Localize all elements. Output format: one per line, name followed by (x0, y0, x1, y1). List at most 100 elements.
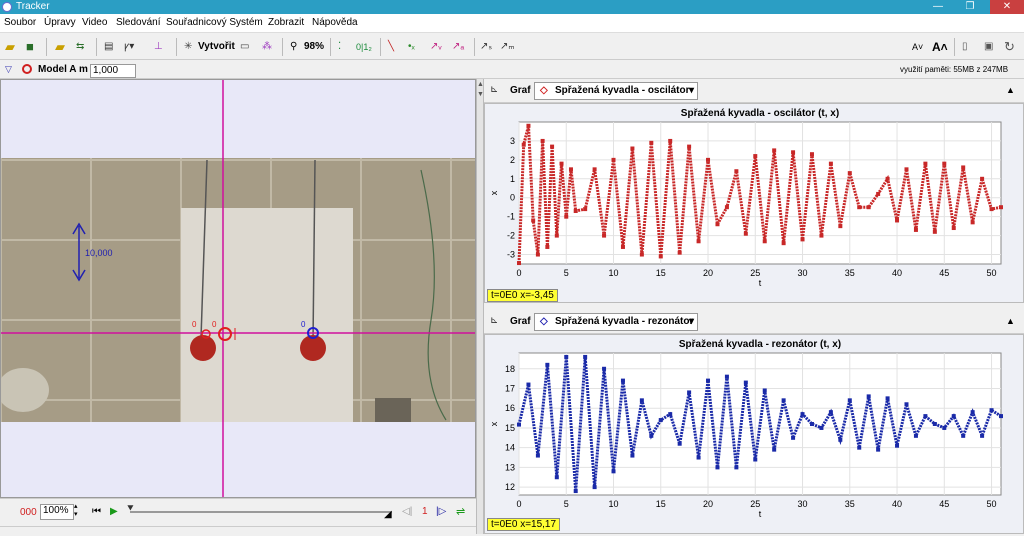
maximize-plot-icon[interactable]: ▲ (1006, 316, 1015, 326)
data-point (800, 412, 805, 417)
x-tick-label: 0 (516, 499, 521, 509)
playback-slider[interactable] (130, 511, 392, 513)
dropdown-arrow-icon[interactable]: ▾ (689, 83, 694, 99)
menu-soubor[interactable]: Soubor (4, 17, 36, 28)
slider-thumb-icon[interactable]: ⯆ (126, 503, 135, 516)
model-name[interactable]: Model A (38, 64, 77, 75)
data-point (980, 433, 985, 438)
notes-icon[interactable]: ▯ (962, 39, 968, 55)
track-selector-resonator[interactable]: ◇ Spřažená kyvadla - rezonátor ▾ (534, 313, 698, 331)
data-point (540, 138, 545, 143)
font-larger-icon[interactable]: A˄ (932, 39, 948, 55)
x-tick-label: 15 (656, 268, 666, 278)
graph-label[interactable]: Graf (510, 85, 531, 96)
data-point (772, 447, 777, 452)
minimize-button[interactable]: — (924, 0, 952, 14)
zoom-level[interactable]: 98% (304, 39, 324, 55)
y-tick-label: 2 (510, 155, 515, 165)
position-icon[interactable]: •ₓ (408, 39, 415, 55)
data-point (838, 224, 843, 229)
menu-video[interactable]: Video (82, 17, 107, 28)
play-icon[interactable]: ▶ (110, 506, 118, 517)
reset-icon[interactable]: ⏮ (92, 506, 101, 517)
step-size[interactable]: 1 (422, 506, 428, 517)
zoom-spinner-icon[interactable]: ▴ ▾ (74, 503, 78, 519)
x-tick-label: 10 (609, 268, 619, 278)
data-point (828, 410, 833, 415)
collapse-down-icon[interactable]: ▼ (477, 91, 484, 98)
video-frame (1, 80, 475, 497)
font-smaller-icon[interactable]: A˅ (912, 39, 923, 55)
end-marker-icon[interactable]: ◢ (384, 509, 392, 520)
menu-napoveda[interactable]: Nápověda (312, 17, 358, 28)
reference-frame-icon[interactable]: ꝩ▾ (124, 39, 134, 55)
track-menu-icon[interactable]: ▽ (5, 64, 12, 75)
step-back-icon[interactable]: ◁| (402, 506, 412, 517)
plot-area-resonator[interactable]: Spřažená kyvadla - rezonátor (t, x) 0 5 10 1… (484, 334, 1024, 534)
graph-label[interactable]: Graf (510, 316, 531, 327)
vector-m-icon[interactable]: ↗ₘ (500, 39, 515, 55)
create-button[interactable]: Vytvořit (198, 39, 235, 55)
menu-zobrazit[interactable]: Zobrazit (268, 17, 304, 28)
point-labels-icon[interactable]: 0|1₂ (356, 39, 372, 55)
clip-settings-icon[interactable]: ▤ (104, 39, 113, 55)
data-point (913, 227, 918, 232)
trail-icon[interactable]: ⁚ (338, 39, 341, 55)
calibration-stick-label[interactable]: 10,000 (85, 248, 113, 258)
frame-counter[interactable]: 000 (20, 507, 37, 518)
plot-panel-oscillator: ⊾ Graf ◇ Spřažená kyvadla - oscilátor ▾ … (484, 79, 1024, 303)
zoom-field[interactable]: 100% (40, 504, 74, 520)
step-forward-icon[interactable]: |▷ (436, 506, 446, 517)
collapse-up-icon[interactable]: ▲ (477, 81, 484, 88)
mass-field[interactable]: 1,000 (90, 64, 136, 78)
data-point (602, 366, 607, 371)
main-toolbar: ▰ ■ ▰ ⇆ ▤ ꝩ▾ ⊥ ✳ Vytvořit ▭ ⁂ ⚲ 98% ⁚ 0|… (0, 34, 1024, 60)
chart-resonator[interactable]: Spřažená kyvadla - rezonátor (t, x) 0 5 10 1… (485, 335, 1023, 533)
track-selector-oscillator[interactable]: ◇ Spřažená kyvadla - oscilátor ▾ (534, 82, 698, 100)
data-point (838, 437, 843, 442)
data-point (545, 244, 550, 249)
refresh-icon[interactable]: ↻ (1004, 39, 1015, 55)
zoom-icon[interactable]: ⚲ (290, 39, 297, 55)
import-icon[interactable]: ▰ (55, 39, 65, 55)
data-point (602, 233, 607, 238)
loop-icon[interactable]: ⇌ (456, 505, 465, 518)
vector-sum-icon[interactable]: ↗ₛ (480, 39, 492, 55)
close-button[interactable]: ✕ (990, 0, 1024, 14)
menu-souradnicovy-system[interactable]: Souřadnicový Systém (166, 17, 263, 28)
menu-upravy[interactable]: Úpravy (44, 17, 76, 28)
chart-title: Spřažená kyvadla - oscilátor (t, x) (681, 108, 839, 119)
x-tick-label: 50 (987, 499, 997, 509)
velocity-icon[interactable]: ↗ᵥ (430, 39, 442, 55)
save-icon[interactable]: ■ (26, 39, 34, 55)
acceleration-icon[interactable]: ↗ₐ (452, 39, 464, 55)
path-icon[interactable]: ╲ (388, 39, 394, 55)
menu-sledovani[interactable]: Sledování (116, 17, 160, 28)
create-track-icon[interactable]: ✳ (184, 39, 192, 55)
dropdown-arrow-icon[interactable]: ▾ (689, 314, 694, 330)
tape-measure-icon[interactable]: ▭ (240, 39, 249, 55)
data-point (762, 239, 767, 244)
data-point (866, 205, 871, 210)
y-tick-label: 13 (505, 462, 515, 472)
video-pane[interactable]: 10,000 0 0 0 (0, 79, 476, 498)
data-point (885, 396, 890, 401)
data-point (772, 148, 777, 153)
open-folder-icon[interactable]: ▰ (5, 39, 15, 55)
export-icon[interactable]: ⇆ (76, 39, 84, 55)
chart-oscillator[interactable]: Spřažená kyvadla - oscilátor (t, x)0 5 10 1… (485, 104, 1023, 302)
maximize-button[interactable]: ❐ (956, 0, 984, 14)
maximize-plot-icon[interactable]: ▲ (1006, 85, 1015, 95)
data-point (620, 244, 625, 249)
axes-icon[interactable]: ⊥ (154, 39, 163, 55)
memory-usage[interactable]: využití paměti: 55MB z 247MB (900, 65, 1008, 74)
data-point (668, 138, 673, 143)
plot-area-oscillator[interactable]: Spřažená kyvadla - oscilátor (t, x) 0 5 10 1… (484, 103, 1024, 303)
split-pane-divider[interactable]: ▲ ▼ (476, 79, 484, 534)
data-point (819, 233, 824, 238)
properties-icon[interactable]: ▣ (984, 39, 993, 55)
model-track-icon (22, 64, 32, 74)
data-point (791, 150, 796, 155)
footprint-icon[interactable]: ⁂ (262, 39, 272, 55)
data-point (687, 144, 692, 149)
